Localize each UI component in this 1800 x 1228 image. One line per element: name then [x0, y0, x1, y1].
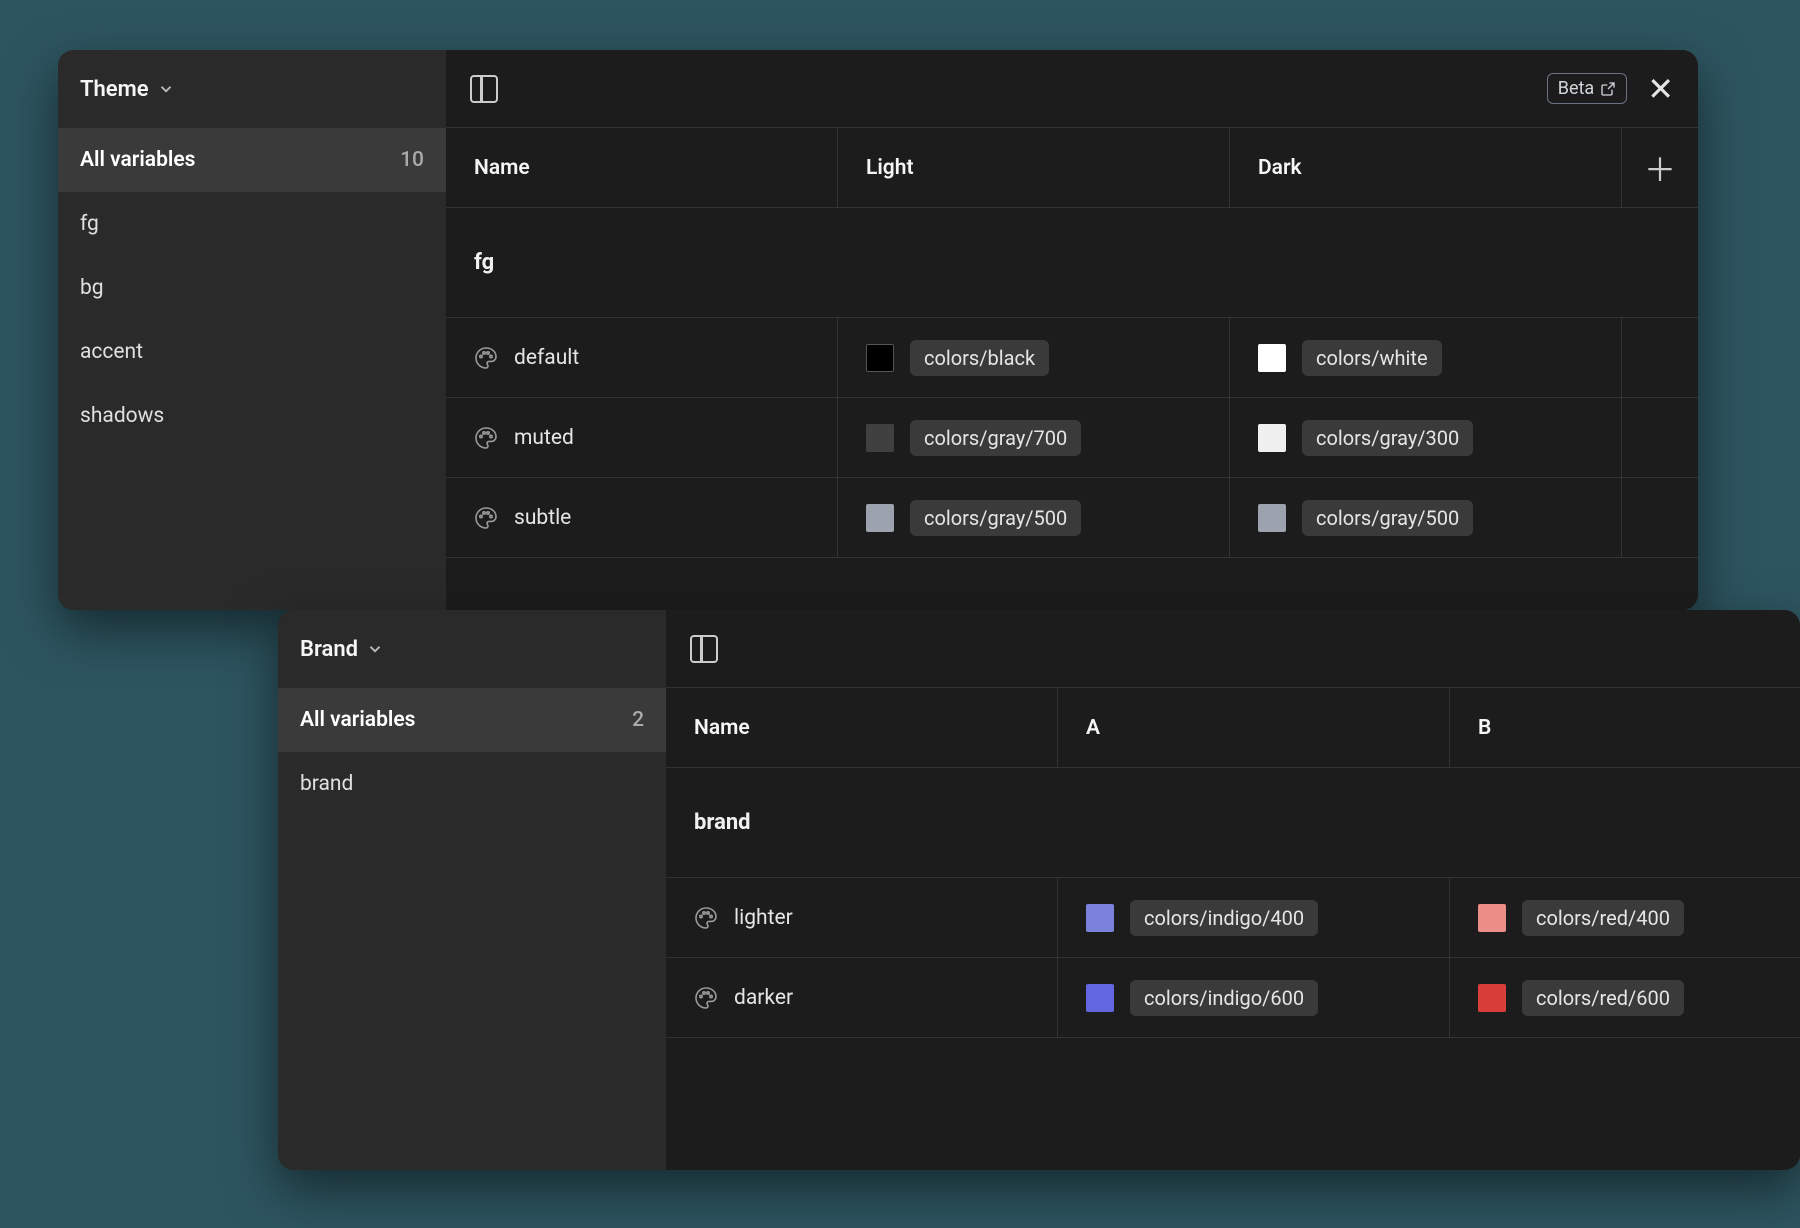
- toggle-sidebar-button[interactable]: [470, 75, 498, 103]
- value-chip: colors/gray/300: [1302, 420, 1473, 456]
- variable-row[interactable]: darker colors/indigo/600 colors/red/600: [666, 958, 1800, 1038]
- main-area: Beta ✕ Name Light Dark ＋ fg default colo…: [446, 50, 1698, 610]
- sidebar-item-all[interactable]: All variables 10: [58, 128, 446, 192]
- value-chip: colors/red/600: [1522, 980, 1684, 1016]
- sidebar: Brand All variables 2 brand: [278, 610, 666, 1170]
- add-mode-button[interactable]: ＋: [1644, 145, 1676, 191]
- collection-title: Theme: [80, 77, 149, 102]
- variable-name: darker: [734, 986, 793, 1010]
- chevron-down-icon: [366, 640, 384, 658]
- column-headers: Name A B: [666, 688, 1800, 768]
- value-chip: colors/gray/500: [1302, 500, 1473, 536]
- value-chip: colors/red/400: [1522, 900, 1684, 936]
- sidebar-item-label: All variables: [80, 148, 195, 172]
- sidebar-item-bg[interactable]: bg: [58, 256, 446, 320]
- collection-selector[interactable]: Brand: [278, 610, 666, 688]
- value-chip: colors/indigo/400: [1130, 900, 1318, 936]
- value-cell-light[interactable]: colors/black: [838, 318, 1230, 397]
- value-chip: colors/gray/500: [910, 500, 1081, 536]
- value-chip: colors/gray/700: [910, 420, 1081, 456]
- value-cell-light[interactable]: colors/gray/500: [838, 478, 1230, 557]
- sidebar-item-label: brand: [300, 772, 353, 796]
- beta-label: Beta: [1558, 78, 1594, 99]
- value-chip: colors/white: [1302, 340, 1442, 376]
- palette-icon: [474, 426, 498, 450]
- header-mode-dark[interactable]: Dark: [1230, 128, 1622, 207]
- sidebar-item-all[interactable]: All variables 2: [278, 688, 666, 752]
- color-swatch: [866, 344, 894, 372]
- collection-selector[interactable]: Theme: [58, 50, 446, 128]
- variable-row[interactable]: subtle colors/gray/500 colors/gray/500: [446, 478, 1698, 558]
- variable-row[interactable]: default colors/black colors/white: [446, 318, 1698, 398]
- value-cell-light[interactable]: colors/gray/700: [838, 398, 1230, 477]
- collection-title: Brand: [300, 637, 358, 662]
- toggle-sidebar-button[interactable]: [690, 635, 718, 663]
- variable-name: subtle: [514, 506, 571, 530]
- header-mode-light[interactable]: Light: [838, 128, 1230, 207]
- color-swatch: [1258, 504, 1286, 532]
- sidebar: Theme All variables 10 fg bg accent shad…: [58, 50, 446, 610]
- color-swatch: [1478, 904, 1506, 932]
- header-name: Name: [666, 688, 1058, 767]
- sidebar-item-label: shadows: [80, 404, 164, 428]
- color-swatch: [1086, 984, 1114, 1012]
- group-header[interactable]: brand: [666, 768, 1800, 878]
- sidebar-item-accent[interactable]: accent: [58, 320, 446, 384]
- variable-row[interactable]: muted colors/gray/700 colors/gray/300: [446, 398, 1698, 478]
- variable-name: default: [514, 346, 579, 370]
- color-swatch: [1258, 344, 1286, 372]
- color-swatch: [866, 504, 894, 532]
- sidebar-item-brand[interactable]: brand: [278, 752, 666, 816]
- sidebar-item-fg[interactable]: fg: [58, 192, 446, 256]
- value-chip: colors/black: [910, 340, 1049, 376]
- variable-row[interactable]: lighter colors/indigo/400 colors/red/400: [666, 878, 1800, 958]
- value-cell-a[interactable]: colors/indigo/600: [1058, 958, 1450, 1037]
- topbar: [666, 610, 1800, 688]
- palette-icon: [694, 906, 718, 930]
- main-area: Name A B brand lighter colors/indigo/400…: [666, 610, 1800, 1170]
- value-cell-dark[interactable]: colors/white: [1230, 318, 1622, 397]
- panel-layout-icon: [470, 75, 498, 103]
- external-link-icon: [1600, 81, 1616, 97]
- sidebar-item-label: bg: [80, 276, 104, 300]
- color-swatch: [1258, 424, 1286, 452]
- beta-badge[interactable]: Beta: [1547, 73, 1627, 104]
- color-swatch: [1086, 904, 1114, 932]
- variables-panel-brand: Brand All variables 2 brand Name A B bra…: [278, 610, 1800, 1170]
- header-mode-a[interactable]: A: [1058, 688, 1450, 767]
- column-headers: Name Light Dark ＋: [446, 128, 1698, 208]
- color-swatch: [1478, 984, 1506, 1012]
- panel-layout-icon: [690, 635, 718, 663]
- chevron-down-icon: [157, 80, 175, 98]
- value-cell-b[interactable]: colors/red/600: [1450, 958, 1800, 1037]
- sidebar-item-label: accent: [80, 340, 143, 364]
- variable-name: lighter: [734, 906, 793, 930]
- variable-name: muted: [514, 426, 574, 450]
- value-cell-a[interactable]: colors/indigo/400: [1058, 878, 1450, 957]
- topbar: Beta ✕: [446, 50, 1698, 128]
- sidebar-item-label: All variables: [300, 708, 415, 732]
- sidebar-item-label: fg: [80, 212, 99, 236]
- palette-icon: [474, 506, 498, 530]
- variable-count: 10: [400, 148, 424, 172]
- value-chip: colors/indigo/600: [1130, 980, 1318, 1016]
- close-button[interactable]: ✕: [1647, 73, 1674, 105]
- palette-icon: [694, 986, 718, 1010]
- value-cell-b[interactable]: colors/red/400: [1450, 878, 1800, 957]
- variables-panel-theme: Theme All variables 10 fg bg accent shad…: [58, 50, 1698, 610]
- value-cell-dark[interactable]: colors/gray/300: [1230, 398, 1622, 477]
- palette-icon: [474, 346, 498, 370]
- group-header[interactable]: fg: [446, 208, 1698, 318]
- variable-count: 2: [632, 708, 644, 732]
- color-swatch: [866, 424, 894, 452]
- value-cell-dark[interactable]: colors/gray/500: [1230, 478, 1622, 557]
- sidebar-item-shadows[interactable]: shadows: [58, 384, 446, 448]
- header-mode-b[interactable]: B: [1450, 688, 1800, 767]
- header-name: Name: [446, 128, 838, 207]
